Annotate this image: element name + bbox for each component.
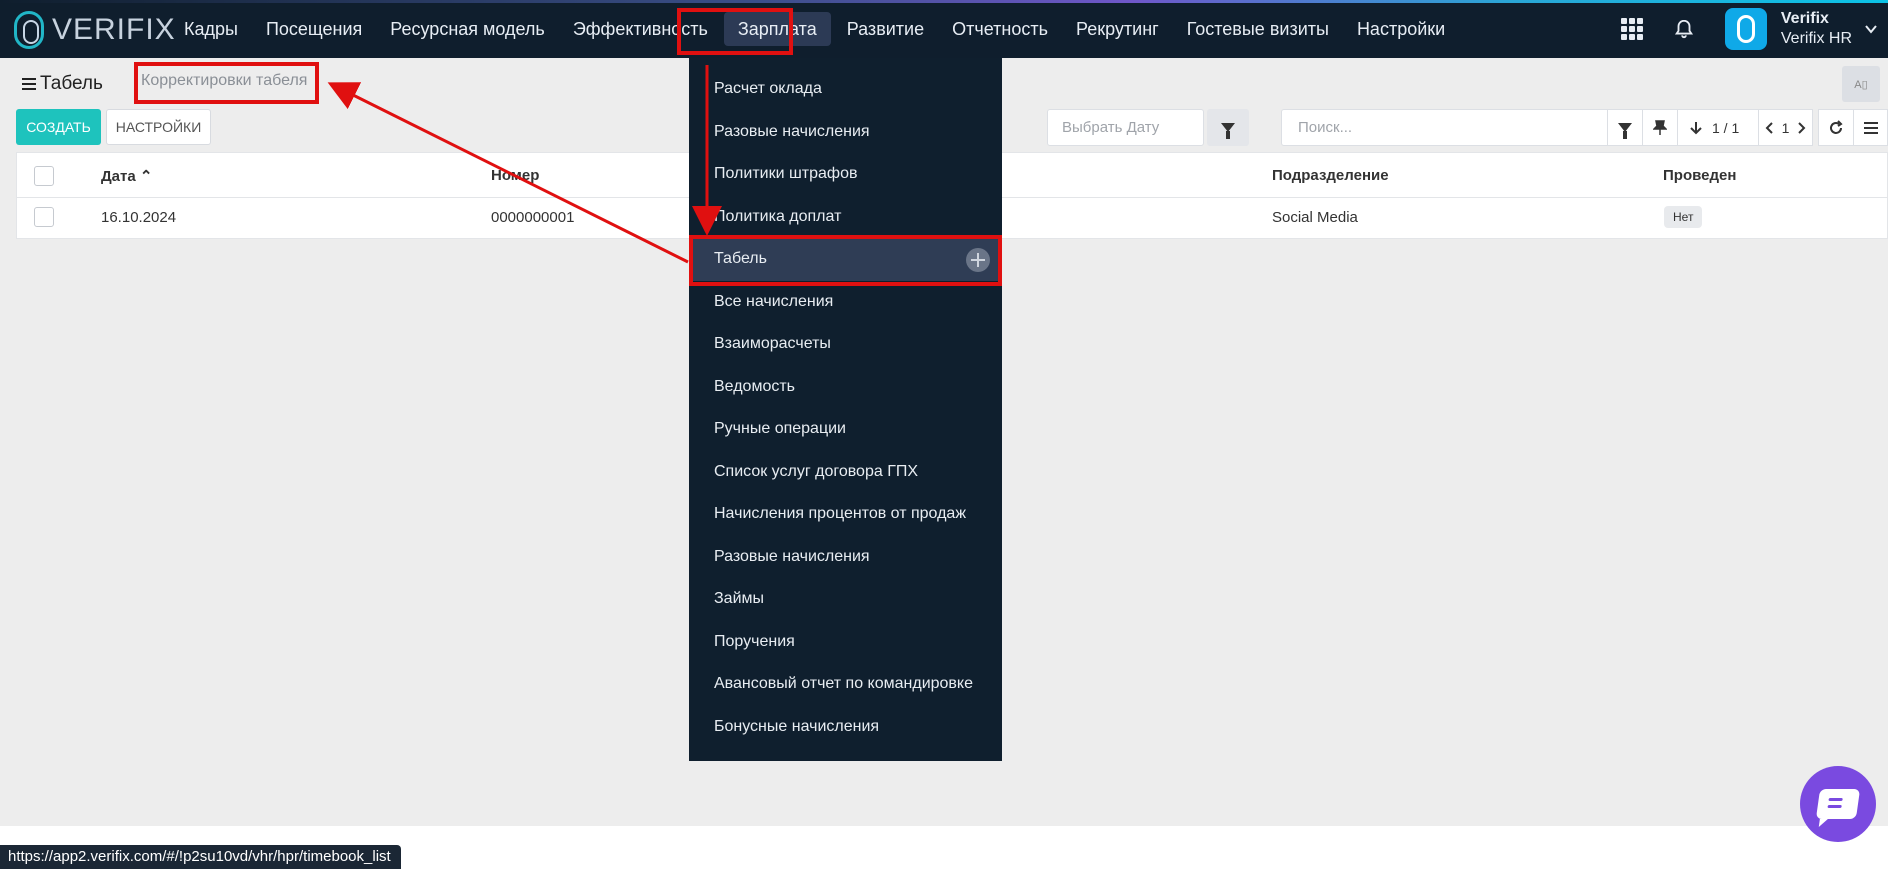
nav-item-attendance[interactable]: Посещения [252,12,376,46]
nav-item-recruiting[interactable]: Рекрутинг [1062,12,1173,46]
main-nav: Кадры Посещения Ресурсная модель Эффекти… [170,12,1459,46]
chat-icon [1815,789,1861,819]
menu-item-timebook[interactable]: Табель [714,250,767,268]
plus-icon[interactable] [966,248,990,272]
menu-item-manual-operations[interactable]: Ручные операции [714,420,846,438]
chevron-right-icon[interactable] [1797,121,1806,134]
menu-icon[interactable] [22,78,36,90]
pin-icon [1653,119,1667,135]
select-all-checkbox[interactable] [34,166,54,186]
refresh-icon [1830,119,1843,134]
nav-item-development[interactable]: Развитие [833,12,938,46]
top-accent-stripe [0,0,1888,3]
menu-item-one-time-accruals-2[interactable]: Разовые начисления [714,548,870,566]
apps-grid-icon[interactable] [1620,18,1643,40]
sort-up-icon: ⌃ [139,168,153,185]
status-badge: Нет [1664,206,1703,228]
breadcrumb-subtitle[interactable]: Корректировки табеля [141,72,307,90]
user-company: Verifix HR [1780,30,1852,47]
page-nav: 1 [1758,109,1813,146]
date-filter-button[interactable] [1207,109,1249,146]
page-number: 1 [1781,119,1790,136]
status-bar-url: https://app2.verifix.com/#/!p2su10vd/vhr… [0,845,401,869]
menu-item-loans[interactable]: Займы [714,590,764,608]
menu-item-allowance-policy[interactable]: Политика доплат [714,208,841,226]
fingerprint-logo-icon [14,11,44,49]
nav-item-staff[interactable]: Кадры [170,12,252,46]
settings-button[interactable]: НАСТРОЙКИ [106,109,211,145]
menu-item-travel-advance-report[interactable]: Авансовый отчет по командировке [714,675,973,693]
search-input[interactable]: Поиск... [1281,109,1608,146]
salary-dropdown-menu: Расчет оклада Разовые начисления Политик… [689,58,1002,761]
translate-icon: A▯ [1854,78,1868,91]
menu-item-one-time-accruals[interactable]: Разовые начисления [714,123,870,141]
filter-icon [1618,123,1632,139]
menu-item-settlements[interactable]: Взаиморасчеты [714,335,831,353]
chevron-down-icon[interactable] [1864,22,1878,36]
menu-icon [1863,121,1878,134]
list-menu-button[interactable] [1853,109,1888,146]
column-header-department[interactable]: Подразделение [1272,167,1389,184]
cell-number[interactable]: 0000000001 [491,209,574,226]
filter-icon [1221,123,1235,139]
column-header-posted[interactable]: Проведен [1663,167,1736,184]
pager: 1 / 1 [1677,109,1759,146]
page-title-text: Табель [40,73,103,94]
top-navbar: VERIFIX Кадры Посещения Ресурсная модель… [0,0,1888,58]
menu-item-penalty-policies[interactable]: Политики штрафов [714,165,858,183]
user-area: Verifix Verifix HR [1620,0,1888,58]
create-button[interactable]: СОЗДАТЬ [16,109,101,145]
column-header-date[interactable]: Дата ⌃ [101,167,152,185]
menu-item-gph-services[interactable]: Список услуг договора ГПХ [714,463,918,481]
avatar[interactable] [1724,8,1767,50]
menu-item-bonus-accruals[interactable]: Бонусные начисления [714,718,879,736]
refresh-button[interactable] [1818,109,1854,146]
page-title: Табель [22,70,103,98]
row-checkbox[interactable] [34,207,54,227]
menu-item-all-accruals[interactable]: Все начисления [714,293,833,311]
nav-item-reports[interactable]: Отчетность [938,12,1062,46]
column-header-number[interactable]: Номер [491,167,539,184]
bell-icon[interactable] [1673,18,1695,40]
nav-item-efficiency[interactable]: Эффективность [559,12,722,46]
fingerprint-icon [1736,15,1755,43]
sort-down-icon[interactable] [1690,121,1702,135]
pager-range: 1 / 1 [1712,119,1740,136]
brand-logo[interactable]: VERIFIX [14,10,176,50]
nav-item-guest-visits[interactable]: Гостевые визиты [1173,12,1343,46]
nav-item-salary[interactable]: Зарплата [723,12,831,46]
chevron-left-icon[interactable] [1765,121,1774,134]
cell-department[interactable]: Social Media [1272,209,1358,226]
date-picker-input[interactable]: Выбрать Дату [1047,109,1204,146]
translate-button[interactable]: A▯ [1842,66,1880,102]
menu-item-payroll-sheet[interactable]: Ведомость [714,378,795,396]
pin-button[interactable] [1642,109,1678,146]
menu-item-sales-percent[interactable]: Начисления процентов от продаж [714,505,966,523]
menu-item-salary-calc[interactable]: Расчет оклада [714,80,822,98]
user-name: Verifix [1780,10,1829,27]
search-filter-button[interactable] [1607,109,1643,146]
nav-item-settings[interactable]: Настройки [1343,12,1459,46]
cell-date[interactable]: 16.10.2024 [101,209,176,226]
nav-item-resource-model[interactable]: Ресурсная модель [376,12,559,46]
brand-name: VERIFIX [52,13,176,46]
chat-button[interactable] [1800,766,1876,842]
menu-item-assignments[interactable]: Поручения [714,633,795,651]
user-info[interactable]: Verifix Verifix HR [1781,9,1852,49]
